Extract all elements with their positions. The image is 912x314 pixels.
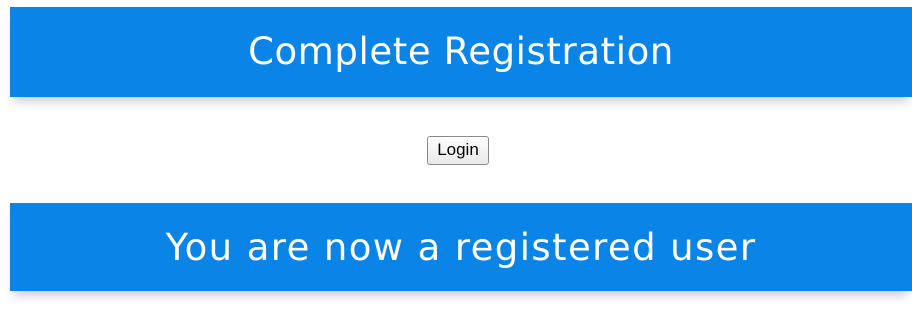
login-button[interactable]: Login (427, 136, 489, 165)
page-title: Complete Registration (248, 30, 674, 73)
page: Complete Registration Login You are now … (0, 0, 912, 314)
status-banner: You are now a registered user (10, 203, 912, 291)
login-container: Login (0, 136, 912, 165)
status-message: You are now a registered user (165, 226, 757, 269)
registration-header: Complete Registration (10, 7, 912, 97)
